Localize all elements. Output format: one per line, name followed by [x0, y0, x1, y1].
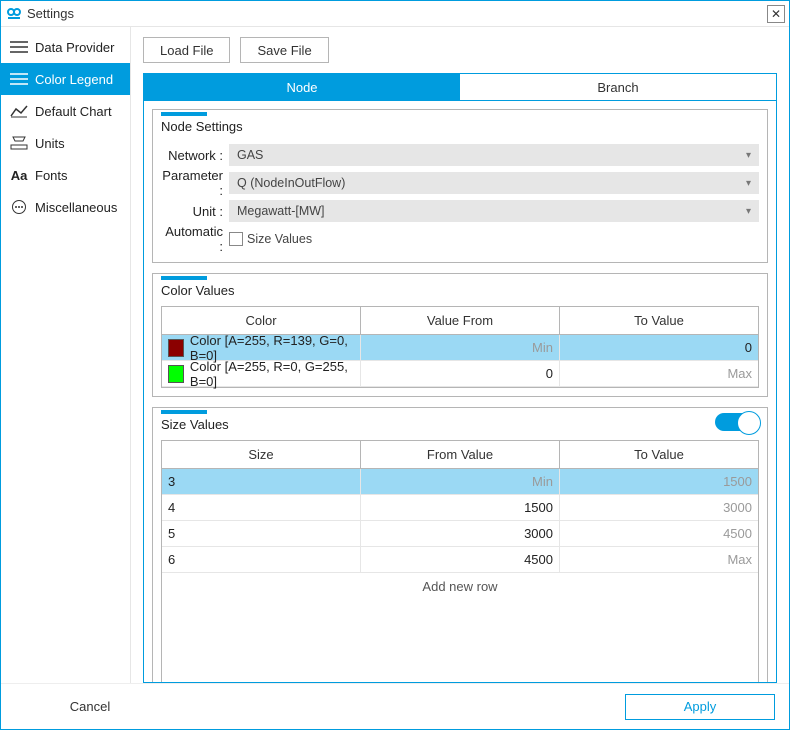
settings-window: Settings ✕ Data Provider Color Legend	[0, 0, 790, 730]
tab-branch[interactable]: Branch	[460, 74, 776, 100]
table-row[interactable]: 3 Min 1500	[162, 469, 758, 495]
misc-icon	[9, 198, 29, 216]
cell-to[interactable]: 3000	[560, 495, 758, 521]
table-row[interactable]: 6 4500 Max	[162, 547, 758, 573]
sidebar-item-color-legend[interactable]: Color Legend	[1, 63, 130, 95]
table-row[interactable]: Color [A=255, R=139, G=0, B=0] Min 0	[162, 335, 758, 361]
sidebar-item-fonts[interactable]: Aa Fonts	[1, 159, 130, 191]
cell-size[interactable]: 5	[162, 521, 361, 547]
tab-node[interactable]: Node	[144, 74, 460, 100]
cell-to[interactable]: 0	[560, 335, 758, 361]
cell-to[interactable]: Max	[560, 361, 758, 387]
th-to-value: To Value	[560, 307, 758, 335]
tbody: 3 Min 1500 4 1500 3000 5 300	[162, 469, 758, 599]
cell-from[interactable]: 0	[361, 361, 560, 387]
size-values-toggle[interactable]	[715, 413, 759, 431]
size-values-checkbox[interactable]	[229, 232, 243, 246]
sidebar-item-label: Miscellaneous	[35, 200, 117, 215]
node-settings-group: Node Settings Network : GAS Parameter : …	[152, 109, 768, 263]
size-values-group: Size Values Size From Value To Value 3	[152, 407, 768, 683]
add-new-row[interactable]: Add new row	[162, 573, 758, 599]
table-empty-space	[162, 599, 758, 683]
titlebar: Settings ✕	[1, 1, 789, 27]
th-to-value: To Value	[560, 441, 758, 469]
apply-button[interactable]: Apply	[625, 694, 775, 720]
sidebar-item-label: Fonts	[35, 168, 68, 183]
th-size: Size	[162, 441, 361, 469]
automatic-label: Automatic :	[161, 224, 229, 254]
sidebar-item-label: Units	[35, 136, 65, 151]
cell-to[interactable]: 1500	[560, 469, 758, 495]
sidebar-item-units[interactable]: Units	[1, 127, 130, 159]
cell-size[interactable]: 6	[162, 547, 361, 573]
cell-to[interactable]: Max	[560, 547, 758, 573]
cell-color: Color [A=255, R=139, G=0, B=0]	[162, 335, 361, 361]
network-row: Network : GAS	[161, 142, 759, 168]
parameter-label: Parameter :	[161, 168, 229, 198]
window-title: Settings	[27, 6, 74, 21]
color-values-table: Color Value From To Value Color [A=255, …	[161, 306, 759, 388]
sidebar: Data Provider Color Legend Default Chart…	[1, 27, 131, 683]
cell-from[interactable]: 1500	[361, 495, 560, 521]
cell-from[interactable]: 3000	[361, 521, 560, 547]
cell-from[interactable]: Min	[361, 335, 560, 361]
unit-select[interactable]: Megawatt-[MW]	[229, 200, 759, 222]
group-header: Size Values	[161, 410, 759, 434]
table-row[interactable]: 5 3000 4500	[162, 521, 758, 547]
fonts-icon: Aa	[9, 166, 29, 184]
body: Data Provider Color Legend Default Chart…	[1, 27, 789, 683]
th-color: Color	[162, 307, 361, 335]
cell-to[interactable]: 4500	[560, 521, 758, 547]
group-title: Size Values	[161, 417, 229, 432]
group-title: Node Settings	[161, 119, 243, 134]
footer: Cancel Apply	[1, 683, 789, 729]
table-header: Size From Value To Value	[162, 441, 758, 469]
cell-color: Color [A=255, R=0, G=255, B=0]	[162, 361, 361, 387]
close-button[interactable]: ✕	[767, 5, 785, 23]
parameter-row: Parameter : Q (NodeInOutFlow)	[161, 170, 759, 196]
node-panel: Node Settings Network : GAS Parameter : …	[143, 101, 777, 683]
th-value-from: Value From	[361, 307, 560, 335]
tabs: Node Branch	[143, 73, 777, 101]
cell-from[interactable]: 4500	[361, 547, 560, 573]
color-swatch	[168, 339, 184, 357]
color-swatch	[168, 365, 184, 383]
sidebar-item-miscellaneous[interactable]: Miscellaneous	[1, 191, 130, 223]
sidebar-item-label: Color Legend	[35, 72, 113, 87]
table-header: Color Value From To Value	[162, 307, 758, 335]
table-row[interactable]: 4 1500 3000	[162, 495, 758, 521]
save-file-button[interactable]: Save File	[240, 37, 328, 63]
unit-row: Unit : Megawatt-[MW]	[161, 198, 759, 224]
chart-icon	[9, 102, 29, 120]
main: Load File Save File Node Branch Node Set…	[131, 27, 789, 683]
sidebar-item-label: Data Provider	[35, 40, 114, 55]
data-provider-icon	[9, 38, 29, 56]
parameter-select[interactable]: Q (NodeInOutFlow)	[229, 172, 759, 194]
load-file-button[interactable]: Load File	[143, 37, 230, 63]
table-row[interactable]: Color [A=255, R=0, G=255, B=0] 0 Max	[162, 361, 758, 387]
sidebar-item-label: Default Chart	[35, 104, 112, 119]
units-icon	[9, 134, 29, 152]
toolbar: Load File Save File	[143, 37, 777, 63]
network-label: Network :	[161, 148, 229, 163]
color-values-group: Color Values Color Value From To Value C…	[152, 273, 768, 397]
unit-label: Unit :	[161, 204, 229, 219]
sidebar-item-default-chart[interactable]: Default Chart	[1, 95, 130, 127]
size-values-table: Size From Value To Value 3 Min 1500 4	[161, 440, 759, 683]
group-header: Node Settings	[161, 112, 759, 136]
sidebar-item-data-provider[interactable]: Data Provider	[1, 31, 130, 63]
cell-size[interactable]: 4	[162, 495, 361, 521]
cancel-button[interactable]: Cancel	[15, 694, 165, 720]
group-title: Color Values	[161, 283, 234, 298]
cell-size[interactable]: 3	[162, 469, 361, 495]
cell-from[interactable]: Min	[361, 469, 560, 495]
size-values-checkbox-label: Size Values	[247, 232, 312, 246]
color-legend-icon	[9, 70, 29, 88]
app-icon	[5, 5, 23, 23]
automatic-row: Automatic : Size Values	[161, 226, 759, 252]
group-header: Color Values	[161, 276, 759, 300]
th-from-value: From Value	[361, 441, 560, 469]
network-select[interactable]: GAS	[229, 144, 759, 166]
color-text: Color [A=255, R=0, G=255, B=0]	[190, 359, 354, 389]
